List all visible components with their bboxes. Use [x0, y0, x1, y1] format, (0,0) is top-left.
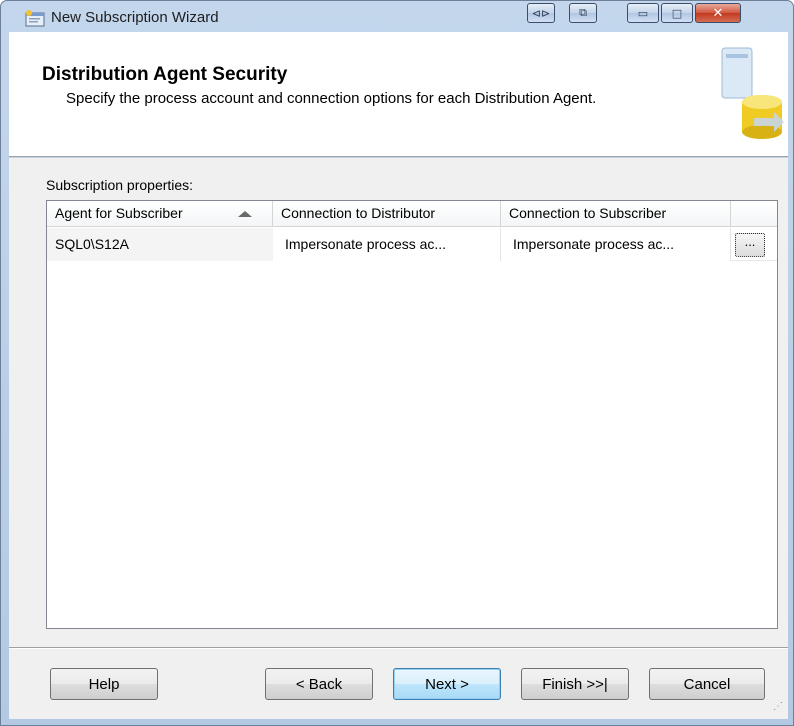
window-title: New Subscription Wizard — [51, 9, 219, 26]
column-header-subscriber[interactable]: Connection to Subscriber — [501, 201, 731, 227]
subscriber-connection-cell[interactable]: Impersonate process ac... — [501, 228, 731, 261]
restore-window-icon: ⧉ — [579, 6, 587, 19]
minimize-icon: ▭ — [637, 6, 649, 20]
title-bar[interactable]: New Subscription Wizard ⊲⊳ ⧉ ▭ □ ✕ — [1, 1, 793, 33]
split-arrows-icon: ⊲⊳ — [531, 6, 551, 20]
column-header-blank — [731, 201, 777, 227]
wizard-window: New Subscription Wizard ⊲⊳ ⧉ ▭ □ ✕ Distr… — [0, 0, 794, 726]
subscription-properties-grid[interactable]: Agent for Subscriber Connection to Distr… — [46, 200, 778, 629]
column-header-label: Connection to Subscriber — [509, 205, 667, 221]
agent-cell[interactable]: SQL0\S12A — [47, 228, 273, 261]
column-header-label: Agent for Subscriber — [55, 205, 183, 221]
maximize-icon: □ — [671, 6, 683, 20]
edit-security-button[interactable]: ... — [735, 233, 765, 257]
column-header-label: Connection to Distributor — [281, 205, 436, 221]
close-button[interactable]: ✕ — [695, 3, 741, 23]
next-button[interactable]: Next > — [393, 668, 501, 700]
minimize-button[interactable]: ▭ — [627, 3, 659, 23]
close-icon: ✕ — [712, 5, 724, 21]
finish-button[interactable]: Finish >>| — [521, 668, 629, 700]
grid-header: Agent for Subscriber Connection to Distr… — [47, 201, 777, 227]
help-button[interactable]: Help — [50, 668, 158, 700]
wizard-app-icon — [25, 10, 45, 27]
database-security-icon — [721, 47, 784, 139]
back-button[interactable]: < Back — [265, 668, 373, 700]
cancel-button[interactable]: Cancel — [649, 668, 765, 700]
content-area: Subscription properties: Agent for Subsc… — [9, 158, 788, 647]
sort-ascending-icon — [238, 211, 252, 217]
page-title: Distribution Agent Security — [42, 64, 288, 85]
resize-grip-icon[interactable]: ⋰ — [773, 702, 785, 716]
subscription-properties-label: Subscription properties: — [46, 177, 194, 193]
wizard-footer: Help < Back Next > Finish >>| Cancel ⋰ — [9, 649, 788, 719]
table-row[interactable]: SQL0\S12A Impersonate process ac... Impe… — [47, 228, 777, 261]
page-header: Distribution Agent Security Specify the … — [9, 32, 788, 157]
page-description: Specify the process account and connecti… — [66, 90, 597, 107]
distributor-connection-cell[interactable]: Impersonate process ac... — [273, 228, 501, 261]
column-header-agent[interactable]: Agent for Subscriber — [47, 201, 273, 227]
window-extra-button-1[interactable]: ⊲⊳ — [527, 3, 555, 23]
maximize-button[interactable]: □ — [661, 3, 693, 23]
column-header-distributor[interactable]: Connection to Distributor — [273, 201, 501, 227]
window-extra-button-2[interactable]: ⧉ — [569, 3, 597, 23]
